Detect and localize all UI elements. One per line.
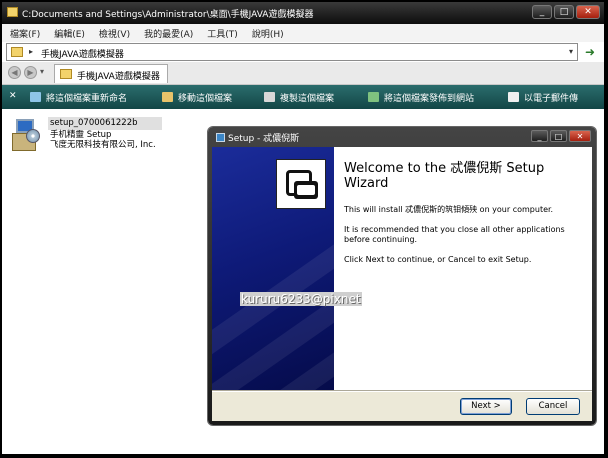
- chevron-right-icon[interactable]: ▸: [29, 47, 33, 56]
- task-rename[interactable]: 將這個檔案重新命名: [30, 91, 127, 104]
- wizard-recommend: It is recommended that you close all oth…: [344, 225, 565, 244]
- installer-icon[interactable]: [12, 119, 44, 153]
- wizard-intro: This will install 忒儂倪斯的筑钼傾殃 on your comp…: [344, 205, 554, 214]
- tab-current-folder[interactable]: 手機JAVA遊戲模擬器: [54, 64, 168, 83]
- menu-file[interactable]: 檔案(F): [10, 27, 40, 40]
- folder-icon: [7, 7, 18, 17]
- dialog-title: Setup - 忒儂倪斯: [228, 134, 300, 144]
- publish-icon: [368, 92, 379, 102]
- setup-icon: [216, 133, 225, 142]
- task-pane-bar: ✕ 將這個檔案重新命名 移動這個檔案 複製這個檔案 將這個檔案發佈到網站 以電子…: [2, 85, 604, 109]
- folder-icon: [11, 47, 23, 57]
- task-label: 以電子郵件傳: [524, 94, 579, 104]
- close-icon[interactable]: ✕: [9, 91, 17, 101]
- history-dropdown-icon[interactable]: ▾: [40, 67, 44, 76]
- explorer-window: C:Documents and Settings\Administrator\桌…: [2, 2, 604, 454]
- menu-edit[interactable]: 編輯(E): [54, 27, 85, 40]
- folder-icon: [60, 69, 72, 79]
- tab-label: 手機JAVA遊戲模擬器: [77, 72, 160, 82]
- dialog-close-button[interactable]: ✕: [569, 130, 591, 142]
- task-label: 複製這個檔案: [280, 94, 335, 104]
- menu-view[interactable]: 檢視(V): [99, 27, 130, 40]
- forward-button[interactable]: ▶: [24, 66, 37, 79]
- task-label: 將這個檔案重新命名: [46, 94, 128, 104]
- next-button[interactable]: Next >: [460, 398, 512, 415]
- task-copy[interactable]: 複製這個檔案: [264, 91, 334, 104]
- task-publish[interactable]: 將這個檔案發佈到網站: [368, 91, 474, 104]
- dialog-title-bar[interactable]: Setup - 忒儂倪斯: [216, 131, 299, 144]
- wizard-content: Welcome to the 忒儂倪斯 Setup Wizard This wi…: [334, 147, 592, 390]
- go-arrow-icon[interactable]: ➜: [582, 45, 598, 59]
- watermark-text: kururu6233@pixnet: [240, 292, 362, 306]
- email-icon: [508, 92, 519, 102]
- file-name[interactable]: setup_0700061222b: [50, 118, 138, 128]
- menu-tools[interactable]: 工具(T): [207, 27, 238, 40]
- wizard-instructions: Click Next to continue, or Cancel to exi…: [344, 255, 532, 264]
- menu-bar: 檔案(F) 編輯(E) 檢視(V) 我的最愛(A) 工具(T) 說明(H): [2, 24, 604, 42]
- caption-buttons: _ □ ✕: [532, 5, 600, 19]
- title-bar[interactable]: C:Documents and Settings\Administrator\桌…: [2, 2, 604, 24]
- task-label: 移動這個檔案: [178, 94, 233, 104]
- maximize-button[interactable]: □: [554, 5, 574, 19]
- task-label: 將這個檔案發佈到網站: [384, 94, 475, 104]
- dialog-maximize-button[interactable]: □: [550, 130, 567, 142]
- window-title: C:Documents and Settings\Administrator\桌…: [22, 10, 314, 20]
- cancel-button[interactable]: Cancel: [526, 398, 580, 415]
- navigation-row: ◀ ▶ ▾ 手機JAVA遊戲模擬器: [2, 62, 604, 85]
- installer-logo: [276, 159, 326, 209]
- task-email[interactable]: 以電子郵件傳: [508, 91, 578, 104]
- dialog-caption-buttons: _ □ ✕: [531, 130, 591, 142]
- rename-icon: [30, 92, 41, 102]
- wizard-heading: Welcome to the 忒儂倪斯 Setup Wizard: [344, 161, 545, 191]
- task-move[interactable]: 移動這個檔案: [162, 91, 232, 104]
- chevron-down-icon[interactable]: ▾: [569, 47, 573, 56]
- close-button[interactable]: ✕: [576, 5, 600, 19]
- back-button[interactable]: ◀: [8, 66, 21, 79]
- file-item-setup[interactable]: setup_0700061222b 手机精靈 Setup 飞度无限科技有限公司,…: [8, 117, 162, 157]
- move-icon: [162, 92, 173, 102]
- menu-favorites[interactable]: 我的最愛(A): [144, 27, 193, 40]
- dialog-minimize-button[interactable]: _: [531, 130, 548, 142]
- setup-dialog: Setup - 忒儂倪斯 _ □ ✕ Welcome to the 忒儂倪斯 S…: [208, 127, 596, 425]
- address-bar[interactable]: ▸ 手機JAVA遊戲模擬器 ▾: [6, 43, 578, 61]
- address-path[interactable]: 手機JAVA遊戲模擬器: [41, 47, 124, 60]
- copy-icon: [264, 92, 275, 102]
- dialog-client: Welcome to the 忒儂倪斯 Setup Wizard This wi…: [212, 147, 592, 421]
- file-company: 飞度无限科技有限公司, Inc.: [50, 140, 156, 150]
- wizard-banner: [212, 147, 334, 390]
- button-separator: [212, 390, 592, 392]
- menu-help[interactable]: 說明(H): [252, 27, 284, 40]
- minimize-button[interactable]: _: [532, 5, 552, 19]
